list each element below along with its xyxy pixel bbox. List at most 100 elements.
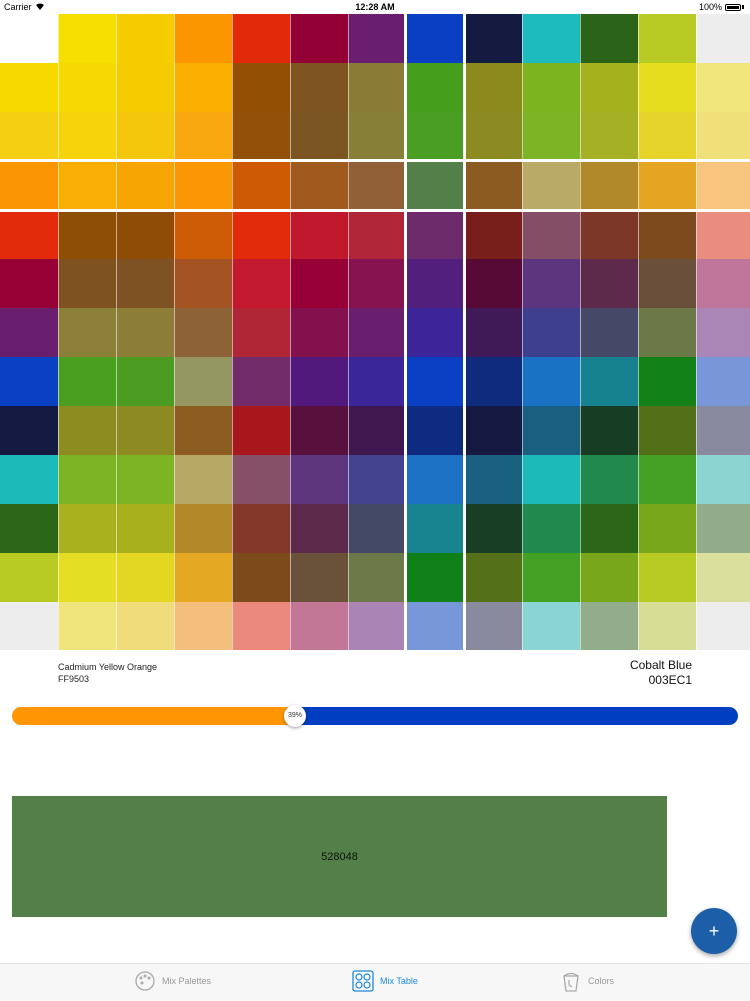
- mix-cell[interactable]: [290, 112, 348, 161]
- mix-cell[interactable]: [406, 259, 464, 308]
- mix-cell[interactable]: [116, 308, 174, 357]
- mix-cell[interactable]: [348, 259, 406, 308]
- mix-cell[interactable]: [464, 210, 522, 259]
- mix-cell[interactable]: [290, 161, 348, 210]
- mix-cell[interactable]: [0, 308, 58, 357]
- mix-cell[interactable]: [580, 308, 638, 357]
- tab-mix-table[interactable]: Mix Table: [352, 970, 418, 992]
- mix-cell[interactable]: [406, 210, 464, 259]
- mix-cell[interactable]: [116, 406, 174, 455]
- mix-cell[interactable]: [464, 602, 522, 650]
- mix-cell[interactable]: [174, 161, 232, 210]
- mix-cell[interactable]: [696, 63, 750, 112]
- mix-cell[interactable]: [174, 553, 232, 602]
- mix-cell[interactable]: [174, 112, 232, 161]
- mix-cell[interactable]: [232, 14, 290, 63]
- mix-cell[interactable]: [348, 112, 406, 161]
- mix-cell[interactable]: [464, 161, 522, 210]
- mix-cell[interactable]: [58, 602, 116, 650]
- mix-cell[interactable]: [58, 504, 116, 553]
- mix-cell[interactable]: [638, 602, 696, 650]
- mix-cell[interactable]: [696, 308, 750, 357]
- mix-cell[interactable]: [464, 357, 522, 406]
- mix-cell[interactable]: [348, 210, 406, 259]
- mix-cell[interactable]: [522, 210, 580, 259]
- mix-cell[interactable]: [0, 455, 58, 504]
- mix-cell[interactable]: [232, 553, 290, 602]
- mix-cell[interactable]: [522, 553, 580, 602]
- mix-cell[interactable]: [58, 553, 116, 602]
- mix-cell[interactable]: [696, 112, 750, 161]
- mix-cell[interactable]: [638, 357, 696, 406]
- mix-cell[interactable]: [58, 308, 116, 357]
- mix-cell[interactable]: [0, 112, 58, 161]
- mix-cell[interactable]: [0, 406, 58, 455]
- mix-cell[interactable]: [406, 504, 464, 553]
- mix-cell[interactable]: [580, 259, 638, 308]
- mix-cell[interactable]: [290, 553, 348, 602]
- mix-cell[interactable]: [406, 161, 464, 210]
- mix-cell[interactable]: [464, 63, 522, 112]
- mix-cell[interactable]: [232, 504, 290, 553]
- mix-cell[interactable]: [116, 210, 174, 259]
- mix-cell[interactable]: [0, 259, 58, 308]
- mix-cell[interactable]: [0, 63, 58, 112]
- mix-cell[interactable]: [638, 63, 696, 112]
- mix-cell[interactable]: [290, 259, 348, 308]
- mix-cell[interactable]: [174, 259, 232, 308]
- mix-cell[interactable]: [116, 602, 174, 650]
- mix-cell[interactable]: [232, 308, 290, 357]
- mix-cell[interactable]: [638, 553, 696, 602]
- mix-cell[interactable]: [638, 112, 696, 161]
- mix-cell[interactable]: [580, 504, 638, 553]
- mix-cell[interactable]: [174, 357, 232, 406]
- mix-cell[interactable]: [58, 161, 116, 210]
- mix-cell[interactable]: [406, 14, 464, 63]
- slider-thumb[interactable]: 39%: [284, 705, 306, 727]
- mix-cell[interactable]: [58, 406, 116, 455]
- mix-cell[interactable]: [116, 504, 174, 553]
- mix-cell[interactable]: [638, 161, 696, 210]
- mix-cell[interactable]: [580, 406, 638, 455]
- mix-cell[interactable]: [580, 553, 638, 602]
- mix-cell[interactable]: [522, 357, 580, 406]
- mix-cell[interactable]: [580, 357, 638, 406]
- mix-cell[interactable]: [522, 161, 580, 210]
- mix-cell[interactable]: [406, 112, 464, 161]
- mix-cell[interactable]: [174, 455, 232, 504]
- mix-cell[interactable]: [58, 14, 116, 63]
- mix-cell[interactable]: [464, 14, 522, 63]
- mix-cell[interactable]: [58, 63, 116, 112]
- mix-cell[interactable]: [696, 357, 750, 406]
- mix-cell[interactable]: [174, 63, 232, 112]
- mix-cell[interactable]: [290, 406, 348, 455]
- mix-cell[interactable]: [290, 602, 348, 650]
- mix-cell[interactable]: [0, 161, 58, 210]
- tab-mix-palettes[interactable]: Mix Palettes: [134, 970, 211, 992]
- mix-cell[interactable]: [464, 553, 522, 602]
- mix-cell[interactable]: [580, 14, 638, 63]
- mix-cell[interactable]: [696, 161, 750, 210]
- mix-cell[interactable]: [348, 161, 406, 210]
- mix-cell[interactable]: [232, 602, 290, 650]
- mix-cell[interactable]: [580, 602, 638, 650]
- mix-cell[interactable]: [116, 553, 174, 602]
- mix-cell[interactable]: [116, 455, 174, 504]
- mix-cell[interactable]: [406, 406, 464, 455]
- tab-colors[interactable]: Colors: [560, 970, 614, 992]
- mix-cell[interactable]: [696, 602, 750, 650]
- mix-cell[interactable]: [580, 63, 638, 112]
- mix-cell[interactable]: [116, 259, 174, 308]
- mix-cell[interactable]: [522, 308, 580, 357]
- mix-ratio-slider[interactable]: [12, 707, 738, 725]
- mix-cell[interactable]: [0, 504, 58, 553]
- mix-cell[interactable]: [58, 455, 116, 504]
- mix-cell[interactable]: [696, 504, 750, 553]
- mix-cell[interactable]: [696, 406, 750, 455]
- mix-cell[interactable]: [406, 455, 464, 504]
- mix-cell[interactable]: [58, 112, 116, 161]
- mix-cell[interactable]: [116, 63, 174, 112]
- mix-cell[interactable]: [116, 112, 174, 161]
- mix-cell[interactable]: [464, 112, 522, 161]
- mix-cell[interactable]: [406, 602, 464, 650]
